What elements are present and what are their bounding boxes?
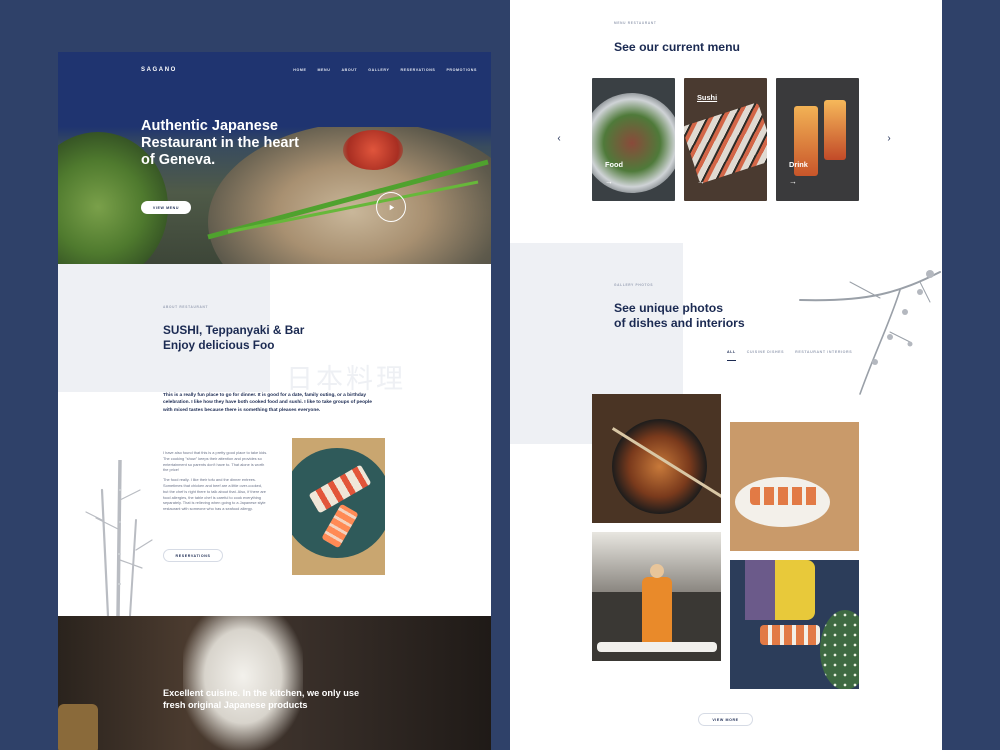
main-nav: HOME MENU ABOUT GALLERY RESERVATIONS PRO… bbox=[293, 68, 477, 72]
gallery-photo-chef-noodles[interactable] bbox=[592, 532, 721, 661]
nav-item-home[interactable]: HOME bbox=[293, 68, 306, 72]
about-body-text: I have also found that this is a pretty … bbox=[163, 450, 268, 516]
play-icon bbox=[389, 204, 394, 210]
menu-card-sushi[interactable]: Sushi → bbox=[684, 78, 767, 201]
carousel-next-arrow-icon[interactable]: › bbox=[884, 134, 894, 144]
about-body-paragraph-2: The food really. I like their tofu and t… bbox=[163, 477, 266, 512]
menu-card-label: Food bbox=[605, 160, 624, 169]
nav-item-menu[interactable]: MENU bbox=[317, 68, 330, 72]
about-kicker: ABOUT RESTAURANT bbox=[163, 305, 209, 309]
carousel-prev-arrow-icon[interactable]: ‹ bbox=[554, 134, 564, 144]
menu-title: See our current menu bbox=[614, 40, 740, 54]
menu-card-label: Sushi bbox=[697, 93, 718, 102]
filter-tab-cuisine-dishes[interactable]: CUISINE DISHES bbox=[747, 350, 784, 361]
gallery-photo-stone-bowl[interactable] bbox=[592, 394, 721, 523]
view-more-button[interactable]: VIEW MORE bbox=[698, 713, 753, 726]
menu-kicker: MENU RESTAURANT bbox=[614, 21, 657, 25]
home-page-mockup: SAGANO HOME MENU ABOUT GALLERY RESERVATI… bbox=[58, 52, 491, 750]
sushi-plate-photo bbox=[292, 438, 385, 575]
about-title-line-1: SUSHI, Teppanyaki & Bar bbox=[163, 323, 305, 337]
reservations-button[interactable]: RESERVATIONS bbox=[163, 549, 223, 562]
play-video-button[interactable] bbox=[376, 192, 406, 222]
nav-item-gallery[interactable]: GALLERY bbox=[368, 68, 389, 72]
kanji-watermark: 日本料理 bbox=[286, 364, 406, 395]
gallery-photo-diners-table[interactable] bbox=[730, 560, 859, 689]
kitchen-tagline: Excellent cuisine. In the kitchen, we on… bbox=[163, 688, 360, 710]
view-menu-button[interactable]: VIEW MENU bbox=[141, 201, 191, 214]
cherry-branch-illustration bbox=[799, 270, 941, 395]
bamboo-illustration bbox=[85, 460, 153, 616]
gallery-kicker: GALLERY PHOTOS bbox=[614, 283, 654, 287]
kitchen-section: Excellent cuisine. In the kitchen, we on… bbox=[58, 616, 491, 750]
hero-section: SAGANO HOME MENU ABOUT GALLERY RESERVATI… bbox=[58, 52, 491, 264]
site-logo[interactable]: SAGANO bbox=[141, 67, 177, 73]
arrow-right-icon: → bbox=[789, 177, 797, 186]
arrow-right-icon: → bbox=[697, 177, 705, 186]
arrow-right-icon: → bbox=[605, 177, 613, 186]
filter-tab-all[interactable]: ALL bbox=[727, 350, 736, 361]
gallery-title-line-2: of dishes and interiors bbox=[614, 316, 745, 330]
nav-item-reservations[interactable]: RESERVATIONS bbox=[400, 68, 435, 72]
menu-card-label: Drink bbox=[789, 160, 808, 169]
gallery-photo-sushi-platter[interactable] bbox=[730, 422, 859, 551]
filter-tab-restaurant-interiors[interactable]: RESTAURANT INTERIORS bbox=[795, 350, 852, 361]
hero-title: Authentic Japanese Restaurant in the hea… bbox=[141, 118, 299, 168]
gallery-title: See unique photos of dishes and interior… bbox=[614, 301, 784, 331]
menu-card-food[interactable]: Food → bbox=[592, 78, 675, 201]
nav-item-promotions[interactable]: PROMOTIONS bbox=[446, 68, 477, 72]
about-title-line-2: Enjoy delicious Foo bbox=[163, 338, 275, 352]
gallery-title-line-1: See unique photos bbox=[614, 301, 724, 315]
sushi-rolls-image bbox=[684, 102, 767, 184]
nav-item-about[interactable]: ABOUT bbox=[341, 68, 357, 72]
about-title: SUSHI, Teppanyaki & Bar Enjoy delicious … bbox=[163, 323, 343, 353]
chef-photo bbox=[183, 616, 303, 750]
about-body-paragraph-1: I have also found that this is a pretty … bbox=[163, 450, 268, 473]
menu-gallery-page-mockup: MENU RESTAURANT See our current menu ‹ ›… bbox=[510, 0, 942, 750]
about-lead-text: This is a really fun place to go for din… bbox=[163, 393, 372, 413]
menu-card-drink[interactable]: Drink → bbox=[776, 78, 859, 201]
gallery-filter-tabs: ALL CUISINE DISHES RESTAURANT INTERIORS bbox=[727, 350, 852, 361]
about-section: 日本料理 ABOUT RESTAURANT SUSHI, Teppanyaki … bbox=[58, 264, 491, 616]
